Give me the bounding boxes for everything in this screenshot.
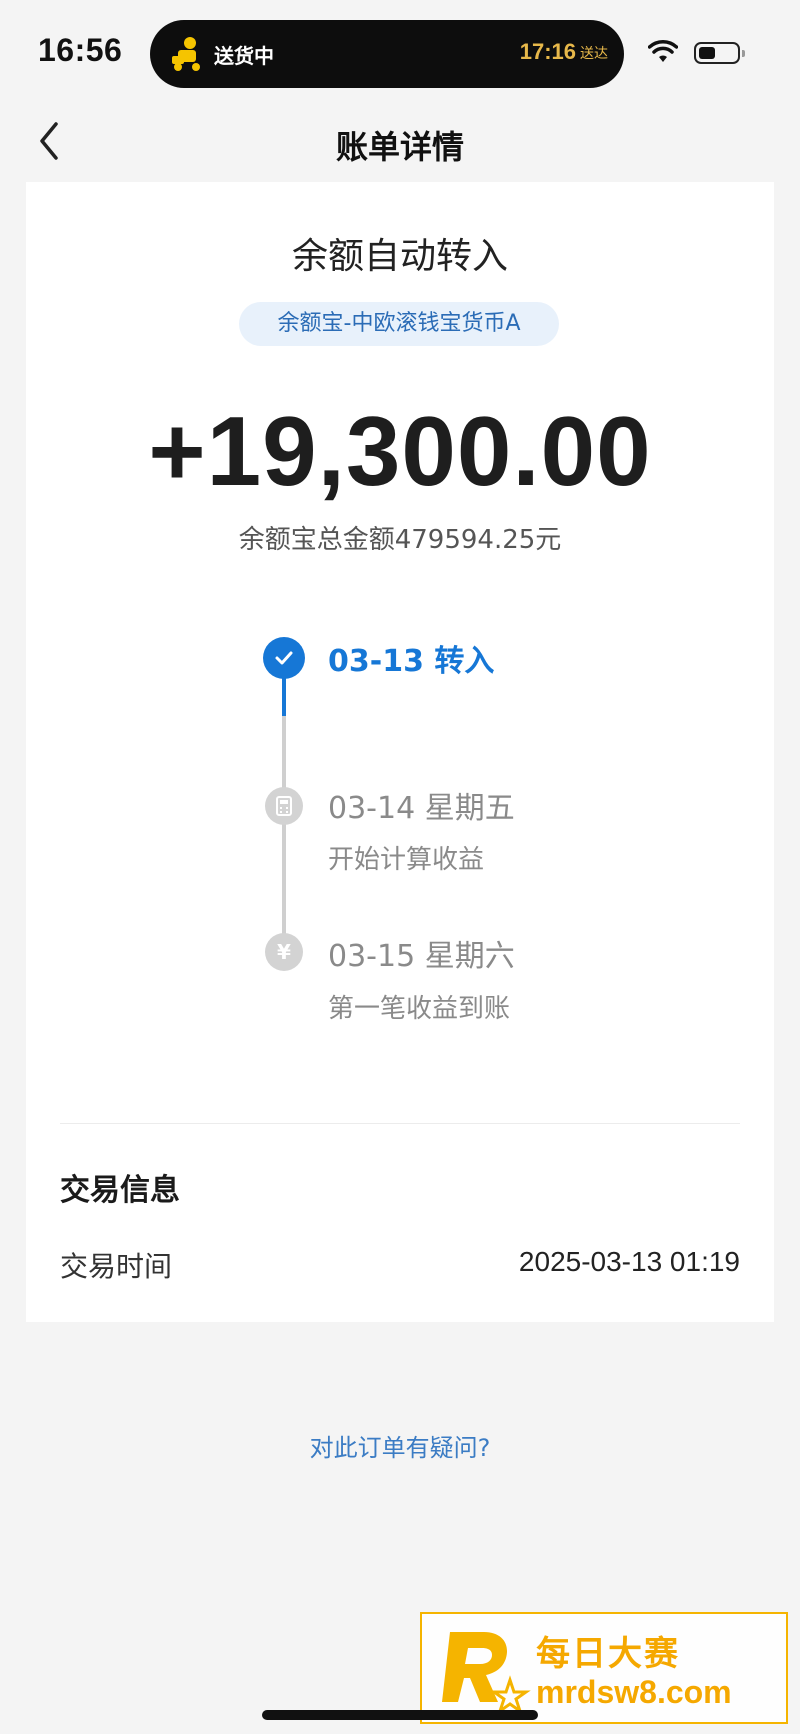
nav-bar: 账单详情	[0, 100, 800, 182]
battery-level	[699, 47, 715, 59]
watermark-brand: 每日大赛	[536, 1634, 680, 1674]
wifi-icon	[648, 40, 678, 62]
bill-detail-card: 余额自动转入 余额宝-中欧滚钱宝货币A +19,300.00 余额宝总金额479…	[26, 182, 774, 1322]
yen-icon: ¥	[265, 933, 303, 971]
timeline-step-3-title: 03-15 星期六	[328, 939, 515, 974]
status-clock: 16:56	[38, 32, 123, 68]
progress-timeline: 03-13 转入 03-14 星期五 开始计算收益 ¥ 03-15 星期六 第一…	[26, 182, 774, 1082]
watermark: 每日大赛 mrdsw8.com	[420, 1612, 788, 1724]
divider	[60, 1123, 740, 1124]
watermark-url: mrdsw8.com	[536, 1674, 732, 1710]
check-icon	[263, 637, 305, 679]
status-bar: 16:56 送货中 17:16 送达	[0, 0, 800, 100]
delivery-status-label: 送货中	[214, 44, 274, 68]
timeline-step-2-title: 03-14 星期五	[328, 791, 515, 826]
timeline-line	[282, 716, 286, 948]
order-question-link[interactable]: 对此订单有疑问?	[0, 1428, 800, 1463]
timeline-step-1-title: 03-13 转入	[328, 644, 495, 679]
timeline-step-3-subtitle: 第一笔收益到账	[328, 994, 511, 1024]
transaction-info-heading: 交易信息	[60, 1173, 180, 1208]
eta-suffix: 送达	[580, 46, 608, 62]
timeline-step-2-subtitle: 开始计算收益	[328, 845, 485, 875]
battery-icon	[694, 42, 745, 64]
transaction-time-label: 交易时间	[60, 1250, 173, 1283]
delivery-rider-icon	[172, 37, 200, 71]
calculator-icon	[265, 787, 303, 825]
eta-time: 17:16	[519, 39, 576, 64]
home-indicator[interactable]	[262, 1710, 538, 1720]
page-title: 账单详情	[335, 128, 464, 166]
watermark-logo-icon	[442, 1632, 531, 1715]
transaction-time-value: 2025-03-13 01:19	[518, 1246, 740, 1277]
live-activity-island[interactable]: 送货中 17:16 送达	[150, 20, 624, 88]
